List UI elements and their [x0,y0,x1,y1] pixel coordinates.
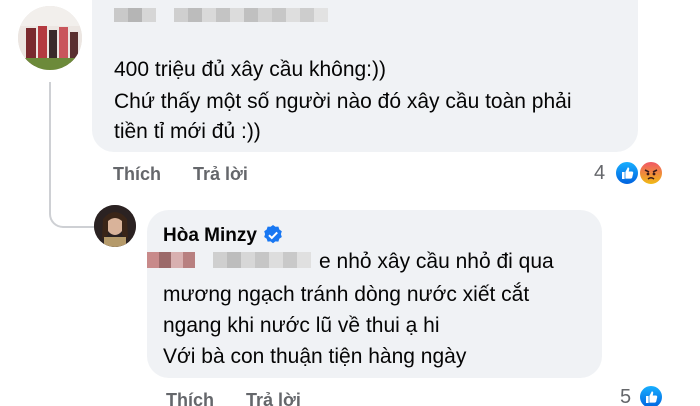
comment-text-line: Chứ thấy một số người nào đó xây cầu toà… [114,90,572,113]
reaction-count[interactable]: 5 [620,386,631,406]
author-name[interactable]: Hòa Minzy [163,225,257,247]
reply-action[interactable]: Trả lời [193,164,248,185]
like-icon[interactable] [638,384,664,406]
avatar[interactable] [18,6,82,70]
blurred-author-name [114,6,344,28]
reply-bubble: Hòa Minzy e nhỏ xây cầu nhỏ đi qua mương… [147,210,602,378]
thread-connector-line [49,82,94,228]
comment-bubble: 400 triệu đủ xây cầu không:)) Chứ thấy m… [92,0,638,152]
like-action[interactable]: Thích [113,164,161,185]
reply-action[interactable]: Trả lời [246,390,301,406]
like-icon[interactable] [614,160,640,186]
avatar[interactable] [94,205,136,247]
comment-text-line: Với bà con thuận tiện hàng ngày [163,345,467,368]
blurred-mention [147,248,317,274]
like-action[interactable]: Thích [166,390,214,406]
verified-badge-icon [262,224,284,246]
angry-icon[interactable] [638,160,664,186]
comment-text-line: e nhỏ xây cầu nhỏ đi qua [319,250,554,273]
reaction-count[interactable]: 4 [594,162,605,185]
comment-text-line: ngang khi nước lũ về thui ạ hi [163,314,440,337]
comment-text-line: mương ngạch tránh dòng nước xiết cắt [163,283,530,306]
comment-text-line: tiền tỉ mới đủ :)) [114,120,261,143]
comment-text-line: 400 triệu đủ xây cầu không:)) [114,58,386,81]
